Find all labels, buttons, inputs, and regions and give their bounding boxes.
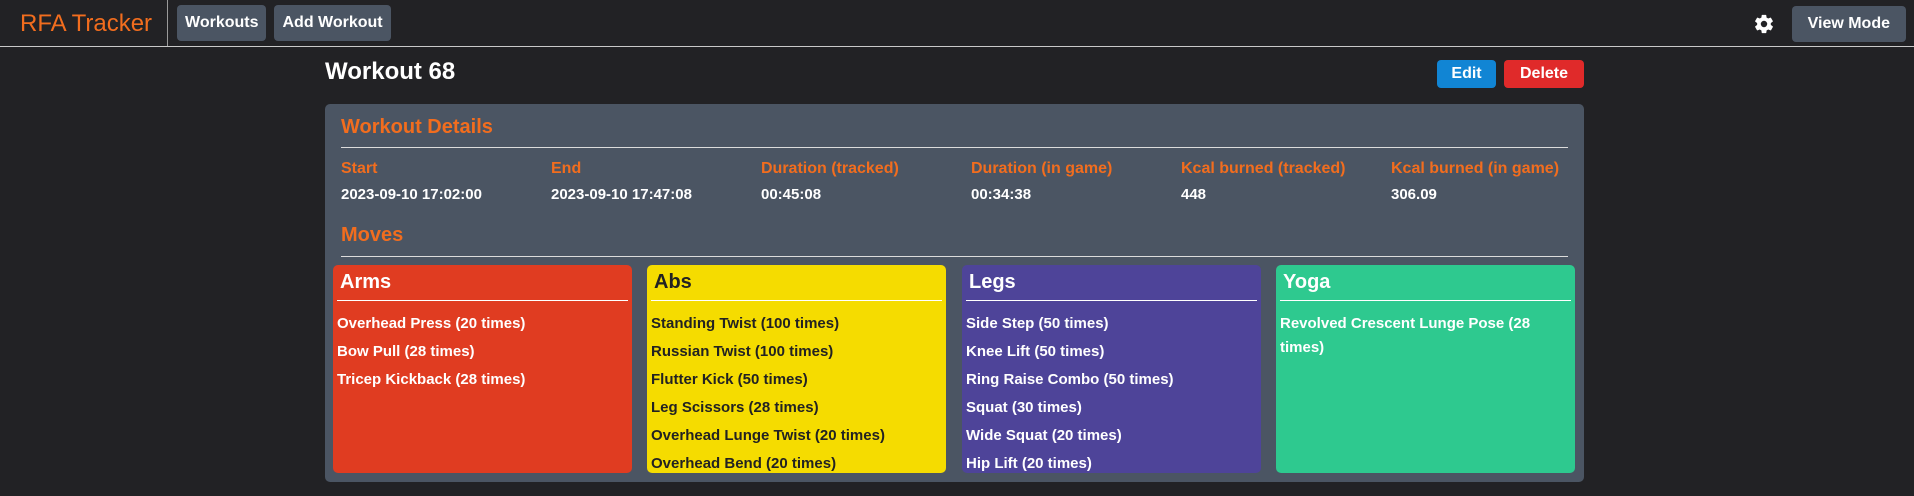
stat-value: 2023-09-10 17:47:08 xyxy=(551,186,692,203)
card-title: Arms xyxy=(340,271,392,293)
stat-label: Duration (in game) xyxy=(971,160,1113,177)
list-item: Flutter Kick (50 times) xyxy=(651,371,808,388)
stat-value: 00:45:08 xyxy=(761,186,822,203)
stat-value: 00:34:38 xyxy=(971,186,1032,203)
list-item: Leg Scissors (28 times) xyxy=(651,399,819,416)
list-item: Wide Squat (20 times) xyxy=(966,427,1122,444)
stat-kcal-in-game: Kcal burned (in game) 306.09 xyxy=(1391,160,1559,203)
view-mode-button[interactable]: View Mode xyxy=(1791,6,1906,42)
workout-details-heading: Workout Details xyxy=(341,116,493,138)
list-item: Overhead Press (20 times) xyxy=(337,315,526,332)
card-title: Abs xyxy=(654,271,692,293)
list-item: Standing Twist (100 times) xyxy=(651,315,840,332)
stat-value: 2023-09-10 17:02:00 xyxy=(341,186,482,203)
card-title: Yoga xyxy=(1283,271,1331,293)
move-card-yoga: Yoga Revolved Crescent Lunge Pose (28 ti… xyxy=(1276,265,1575,473)
list-item: Ring Raise Combo (50 times) xyxy=(966,371,1174,388)
move-card-abs: Abs Standing Twist (100 times) Russian T… xyxy=(647,265,946,473)
workout-panel: Workout Details Start 2023-09-10 17:02:0… xyxy=(325,104,1584,482)
brand-logo[interactable]: RFA Tracker xyxy=(0,0,168,46)
list-item: Tricep Kickback (28 times) xyxy=(337,371,526,388)
move-card-legs: Legs Side Step (50 times) Knee Lift (50 … xyxy=(962,265,1261,473)
stat-duration-in-game: Duration (in game) 00:34:38 xyxy=(971,160,1112,203)
workouts-nav-button[interactable]: Workouts xyxy=(177,5,267,41)
divider xyxy=(341,256,1568,257)
stat-value: 306.09 xyxy=(1391,186,1437,203)
stat-value: 448 xyxy=(1181,186,1207,203)
stat-label: Kcal burned (tracked) xyxy=(1181,160,1346,177)
list-item: Squat (30 times) xyxy=(966,399,1082,416)
list-item: Overhead Bend (20 times) xyxy=(651,455,837,472)
stat-duration-tracked: Duration (tracked) 00:45:08 xyxy=(761,160,899,203)
divider xyxy=(341,147,1568,148)
edit-button[interactable]: Edit xyxy=(1437,60,1496,88)
stat-label: Start xyxy=(341,160,378,177)
list-item: Hip Lift (20 times) xyxy=(966,455,1092,472)
list-item: Russian Twist (100 times) xyxy=(651,343,834,360)
list-item: Bow Pull (28 times) xyxy=(337,343,475,360)
navbar: RFA Tracker Workouts Add Workout View Mo… xyxy=(0,0,1914,47)
stat-start: Start 2023-09-10 17:02:00 xyxy=(341,160,482,203)
list-item: Side Step (50 times) xyxy=(966,315,1109,332)
stat-kcal-tracked: Kcal burned (tracked) 448 xyxy=(1181,160,1345,203)
list-item: Revolved Crescent Lunge Pose (28 times) xyxy=(1280,315,1531,356)
stat-end: End 2023-09-10 17:47:08 xyxy=(551,160,692,203)
list-item: Overhead Lunge Twist (20 times) xyxy=(651,427,885,444)
page-title: Workout 68 xyxy=(325,58,456,85)
stat-label: Duration (tracked) xyxy=(761,160,899,177)
card-title: Legs xyxy=(969,271,1016,293)
moves-heading: Moves xyxy=(341,224,404,246)
move-card-arms: Arms Overhead Press (20 times) Bow Pull … xyxy=(333,265,632,473)
add-workout-nav-button[interactable]: Add Workout xyxy=(274,5,391,41)
stat-label: Kcal burned (in game) xyxy=(1391,160,1560,177)
list-item: Knee Lift (50 times) xyxy=(966,343,1105,360)
delete-button[interactable]: Delete xyxy=(1504,60,1584,88)
gear-icon[interactable] xyxy=(1752,12,1776,36)
stat-label: End xyxy=(551,160,582,177)
